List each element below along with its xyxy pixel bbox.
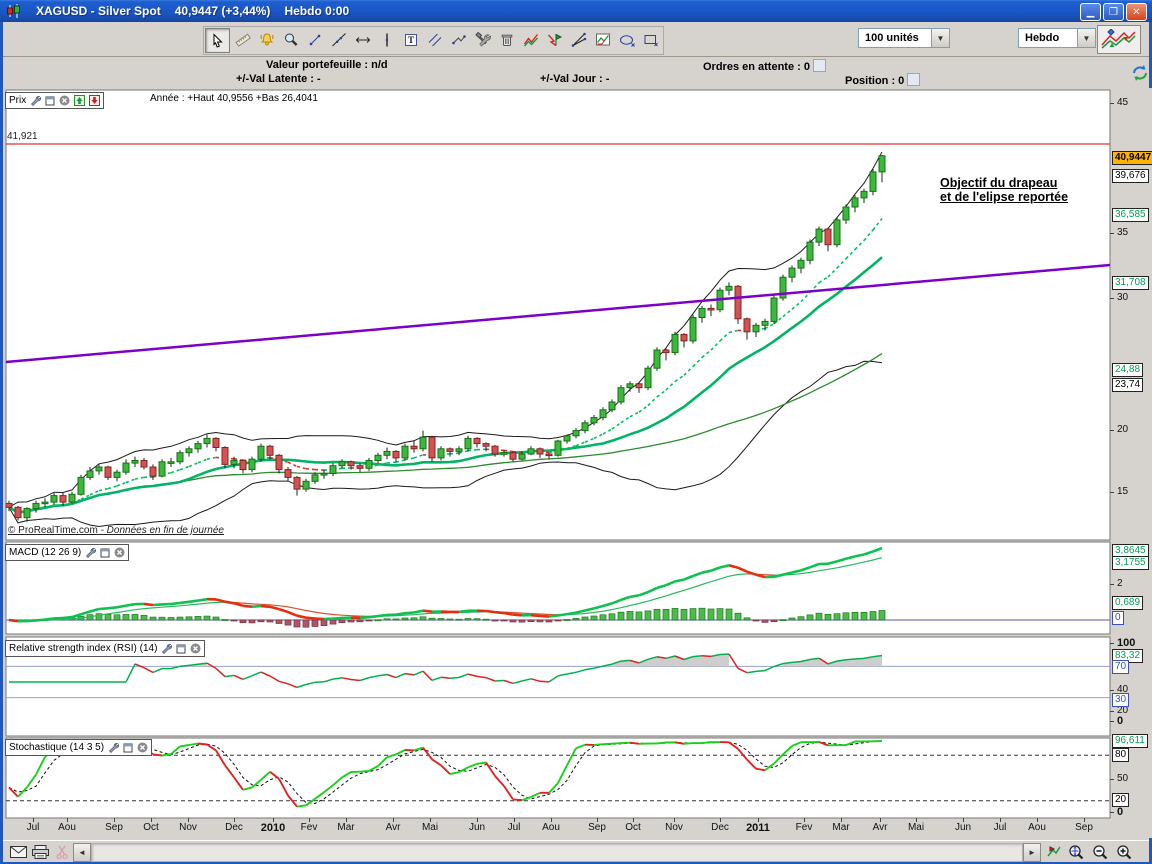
- price-tick: [1110, 492, 1114, 493]
- month-label: Jul: [994, 822, 1007, 833]
- price-year-stats: Année : +Haut 40,9556 +Bas 26,4041: [150, 93, 318, 104]
- month-label: Aou: [542, 822, 560, 833]
- month-label: Nov: [179, 822, 197, 833]
- month-label: Nov: [665, 822, 683, 833]
- stoch-tick-label: 50: [1117, 773, 1128, 784]
- window-icon[interactable]: [176, 644, 186, 654]
- macd-tick: [1110, 584, 1114, 585]
- month-label: Fev: [796, 822, 813, 833]
- rsi-panel-header: Relative strength index (RSI) (14): [5, 640, 205, 657]
- price-panel-title: Prix: [9, 95, 26, 106]
- rsi-tick: [1110, 711, 1114, 712]
- stoch-panel-title: Stochastique (14 3 5): [9, 742, 104, 753]
- price-value-box: 23,74: [1112, 378, 1143, 392]
- month-label: Mai: [422, 822, 438, 833]
- month-label: 2010: [261, 822, 285, 834]
- month-label: Jul: [508, 822, 521, 833]
- rsi-tick: [1110, 690, 1114, 691]
- sync-icon[interactable]: [1131, 64, 1149, 87]
- rsi-panel-title: Relative strength index (RSI) (14): [9, 643, 157, 654]
- price-tick: [1110, 430, 1114, 431]
- month-label: Oct: [143, 822, 159, 833]
- rsi-tick-label: 0: [1117, 715, 1123, 727]
- month-label: Fev: [301, 822, 318, 833]
- price-tick-label: 30: [1117, 292, 1128, 303]
- month-label: 2011: [746, 822, 770, 834]
- close-icon[interactable]: [190, 643, 201, 654]
- price-value-box: 31,708: [1112, 276, 1149, 290]
- chart-canvas[interactable]: [3, 0, 1152, 864]
- rsi-tick: [1110, 643, 1114, 644]
- month-label: Avr: [873, 822, 888, 833]
- rsi-tick-label: 100: [1117, 637, 1135, 649]
- stoch-tick: [1110, 812, 1114, 813]
- price-value-box: 24,88: [1112, 363, 1143, 377]
- stoch-value-box: 20: [1112, 793, 1129, 807]
- price-panel-header: Prix: [5, 92, 104, 109]
- close-icon[interactable]: [137, 742, 148, 753]
- price-value-box: 40,9447: [1112, 151, 1152, 165]
- close-icon[interactable]: [59, 95, 70, 106]
- rsi-value-box: 70: [1112, 660, 1129, 674]
- price-value-box: 39,676: [1112, 169, 1149, 183]
- month-label: Dec: [711, 822, 729, 833]
- month-label: Aou: [58, 822, 76, 833]
- month-label: Avr: [386, 822, 401, 833]
- wrench-icon[interactable]: [85, 547, 96, 558]
- month-label: Jun: [955, 822, 971, 833]
- month-label: Oct: [625, 822, 641, 833]
- macd-value-box: 0,689: [1112, 596, 1143, 610]
- stoch-value-box: 96,611: [1112, 734, 1148, 748]
- wrench-icon[interactable]: [161, 643, 172, 654]
- price-tick-label: 45: [1117, 97, 1128, 108]
- application-window: XAGUSD - Silver Spot 40,9447 (+3,44%) He…: [0, 0, 1152, 864]
- month-label: Sep: [588, 822, 606, 833]
- price-tick: [1110, 298, 1114, 299]
- close-icon[interactable]: [114, 547, 125, 558]
- alert-level-label: 41,921: [7, 131, 38, 142]
- copyright-note: © ProRealTime.com - Données en fin de jo…: [8, 525, 224, 536]
- month-label: Sep: [105, 822, 123, 833]
- rsi-value-box: 30: [1112, 693, 1129, 707]
- month-label: Mar: [337, 822, 354, 833]
- stoch-value-box: 80: [1112, 748, 1129, 762]
- stoch-tick: [1110, 779, 1114, 780]
- window-icon[interactable]: [123, 743, 133, 753]
- month-label: Aou: [1028, 822, 1046, 833]
- sell-arrow-icon[interactable]: [89, 95, 100, 106]
- macd-panel-header: MACD (12 26 9): [5, 544, 129, 561]
- month-label: Jul: [27, 822, 40, 833]
- month-label: Dec: [225, 822, 243, 833]
- macd-value-box: 0: [1112, 611, 1124, 625]
- month-label: Jun: [469, 822, 485, 833]
- stoch-panel-header: Stochastique (14 3 5): [5, 739, 152, 756]
- stoch-tick-label: 0: [1117, 806, 1123, 818]
- price-tick: [1110, 233, 1114, 234]
- price-tick-label: 35: [1117, 227, 1128, 238]
- month-label: Mar: [832, 822, 849, 833]
- wrench-icon[interactable]: [108, 742, 119, 753]
- buy-arrow-icon[interactable]: [74, 95, 85, 106]
- window-icon[interactable]: [100, 548, 110, 558]
- wrench-icon[interactable]: [30, 95, 41, 106]
- macd-value-box: 3,1755: [1112, 556, 1149, 570]
- price-tick-label: 15: [1117, 486, 1128, 497]
- rsi-tick: [1110, 721, 1114, 722]
- chart-annotation[interactable]: Objectif du drapeau et de l'elipse repor…: [940, 176, 1068, 204]
- macd-panel-title: MACD (12 26 9): [9, 547, 81, 558]
- price-tick-label: 20: [1117, 424, 1128, 435]
- price-value-box: 36,585: [1112, 208, 1149, 222]
- window-icon[interactable]: [45, 96, 55, 106]
- price-tick: [1110, 103, 1114, 104]
- month-label: Mai: [908, 822, 924, 833]
- macd-tick-label: 2: [1117, 578, 1123, 589]
- month-label: Sep: [1075, 822, 1093, 833]
